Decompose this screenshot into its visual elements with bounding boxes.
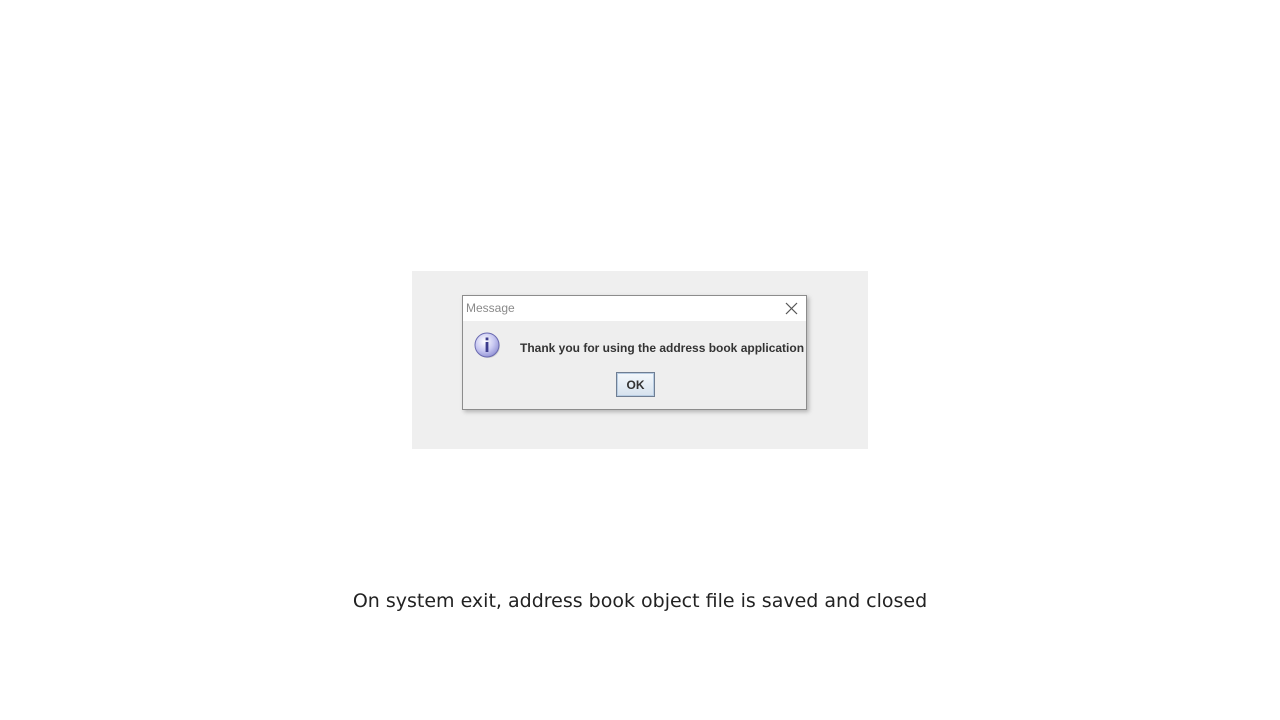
- slide: Message Thank you for using the address …: [0, 0, 1280, 720]
- dialog-titlebar: Message: [463, 296, 806, 321]
- slide-caption: On system exit, address book object file…: [352, 590, 928, 612]
- close-button[interactable]: [783, 300, 800, 317]
- message-dialog: Message Thank you for using the address …: [462, 295, 807, 410]
- dialog-title: Message: [466, 301, 515, 315]
- information-icon: [473, 331, 501, 359]
- close-icon: [785, 302, 798, 315]
- dialog-message: Thank you for using the address book app…: [520, 341, 805, 355]
- ok-button[interactable]: OK: [616, 372, 655, 397]
